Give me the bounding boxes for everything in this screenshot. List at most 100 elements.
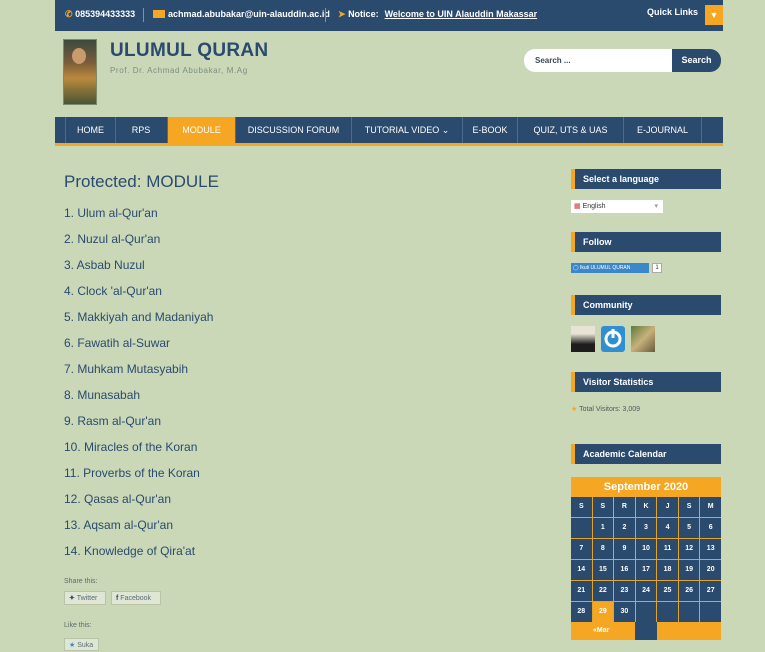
module-item[interactable]: 10. Miracles of the Koran [64, 440, 197, 454]
face [72, 48, 86, 64]
calendar-day: 8 [592, 539, 614, 559]
calendar-day: 17 [635, 560, 657, 580]
visitor-count: ★ Total Visitors: 3,009 [571, 405, 640, 413]
email-text: achmad.abubakar@uin-alauddin.ac.id [168, 9, 330, 19]
calendar-day: 30 [614, 602, 635, 622]
calendar-day: 14 [571, 560, 592, 580]
weekday-header: M [700, 497, 721, 517]
module-item[interactable]: 2. Nuzul al-Qur'an [64, 232, 160, 246]
language-select[interactable]: ▦ English ▾ [571, 200, 663, 213]
power-icon [604, 329, 622, 348]
community-avatar[interactable] [631, 326, 655, 352]
calendar-grid: S S R K J S M 1 2 3 4 5 6 7 8 9 10 11 12… [571, 497, 721, 622]
calendar-footer-spacer [635, 622, 657, 640]
twitter-label: Twitter [76, 595, 98, 602]
star-icon: ★ [571, 406, 578, 413]
module-item[interactable]: 5. Makkiyah and Madaniyah [64, 310, 213, 324]
nav-home[interactable]: HOME [65, 117, 116, 143]
quick-links-toggle[interactable]: ▼ [705, 5, 723, 25]
widget-title-follow: Follow [571, 232, 721, 252]
weekday-header: R [614, 497, 635, 517]
calendar-day-empty [635, 602, 657, 622]
notice-label: Notice: [348, 9, 379, 19]
module-item[interactable]: 9. Rasm al-Qur'an [64, 414, 161, 428]
main-nav: HOME RPS MODULE DISCUSSION FORUM TUTORIA… [55, 117, 723, 146]
like-label: Like this: [64, 622, 92, 629]
nav-discussion-forum[interactable]: DISCUSSION FORUM [236, 117, 352, 143]
facebook-icon: f [116, 595, 119, 602]
share-label: Share this: [64, 578, 98, 585]
module-item[interactable]: 3. Asbab Nuzul [64, 258, 145, 272]
calendar: September 2020 S S R K J S M 1 2 3 4 5 6… [571, 477, 721, 640]
module-item[interactable]: 11. Proverbs of the Koran [64, 466, 200, 480]
calendar-day-empty [700, 602, 721, 622]
like-button[interactable]: ★ Suka [64, 638, 99, 651]
calendar-day: 15 [592, 560, 614, 580]
share-facebook-button[interactable]: f Facebook [111, 591, 161, 605]
wordpress-icon: ◯ [573, 265, 579, 271]
site-title[interactable]: ULUMUL QURAN [110, 40, 268, 62]
community-avatar[interactable] [571, 326, 595, 352]
weekday-header: K [635, 497, 657, 517]
calendar-day: 3 [635, 518, 657, 538]
calendar-day: 11 [657, 539, 678, 559]
calendar-day: 19 [678, 560, 700, 580]
divider [143, 8, 144, 22]
widget-title-community: Community [571, 295, 721, 315]
divider [325, 8, 326, 22]
calendar-month: September 2020 [571, 477, 721, 497]
site-subtitle: Prof. Dr. Achmad Abubakar, M.Ag [110, 66, 248, 75]
nav-quiz[interactable]: QUIZ, UTS & UAS [518, 117, 624, 143]
quick-links-label[interactable]: Quick Links [647, 7, 698, 17]
calendar-day-empty [657, 602, 678, 622]
nav-module[interactable]: MODULE [168, 117, 236, 143]
top-bar: ✆ 085394433333 achmad.abubakar@uin-alaud… [55, 0, 723, 31]
follow-button[interactable]: ◯ Ikuti ULUMUL QURAN [571, 263, 649, 273]
nav-ebook[interactable]: E-BOOK [463, 117, 518, 143]
calendar-day: 13 [700, 539, 721, 559]
weekday-header: J [657, 497, 678, 517]
calendar-day-empty [571, 518, 592, 538]
module-item[interactable]: 8. Munasabah [64, 388, 140, 402]
notice-text[interactable]: Welcome to UIN Alauddin Makassar [385, 9, 538, 19]
calendar-day: 20 [700, 560, 721, 580]
calendar-footer-spacer [657, 622, 721, 640]
calendar-day: 12 [678, 539, 700, 559]
module-item[interactable]: 14. Knowledge of Qira'at [64, 544, 195, 558]
twitter-icon: ✦ [69, 595, 75, 602]
calendar-prev-link[interactable]: «Mar [571, 622, 635, 640]
page-title: Protected: MODULE [64, 172, 219, 191]
search-input[interactable]: Search ... [524, 49, 674, 72]
nav-rps[interactable]: RPS [115, 117, 168, 143]
facebook-label: Facebook [120, 595, 152, 602]
calendar-day: 18 [657, 560, 678, 580]
calendar-day: 26 [678, 581, 700, 601]
weekday-header: S [571, 497, 592, 517]
chevron-down-icon: ▾ [654, 203, 658, 210]
calendar-day: 4 [657, 518, 678, 538]
community-avatar[interactable] [601, 326, 625, 352]
phone-text: 085394433333 [75, 9, 136, 19]
nav-tutorial-video[interactable]: TUTORIAL VIDEO ⌄ [352, 117, 463, 143]
calendar-day: 21 [571, 581, 592, 601]
calendar-day-today: 29 [592, 602, 614, 622]
megaphone-icon: ➤ [338, 9, 346, 19]
module-item[interactable]: 7. Muhkam Mutasyabih [64, 362, 188, 376]
module-item[interactable]: 1. Ulum al-Qur'an [64, 206, 158, 220]
calendar-day: 16 [614, 560, 635, 580]
module-item[interactable]: 6. Fawatih al-Suwar [64, 336, 170, 350]
calendar-day-empty [678, 602, 700, 622]
email-link[interactable]: achmad.abubakar@uin-alauddin.ac.id [153, 9, 330, 19]
search-button[interactable]: Search [672, 49, 721, 72]
module-item[interactable]: 12. Qasas al-Qur'an [64, 492, 171, 506]
visitor-count-text: Total Visitors: 3,009 [579, 406, 641, 413]
calendar-day: 6 [700, 518, 721, 538]
module-item[interactable]: 13. Aqsam al-Qur'an [64, 518, 173, 532]
calendar-day: 25 [657, 581, 678, 601]
share-twitter-button[interactable]: ✦ Twitter [64, 591, 106, 605]
phone-icon: ✆ [65, 9, 73, 19]
module-item[interactable]: 4. Clock 'al-Qur'an [64, 284, 162, 298]
nav-ejournal[interactable]: E-JOURNAL [624, 117, 702, 143]
author-photo [63, 39, 97, 105]
phone-number[interactable]: ✆ 085394433333 [65, 9, 135, 20]
